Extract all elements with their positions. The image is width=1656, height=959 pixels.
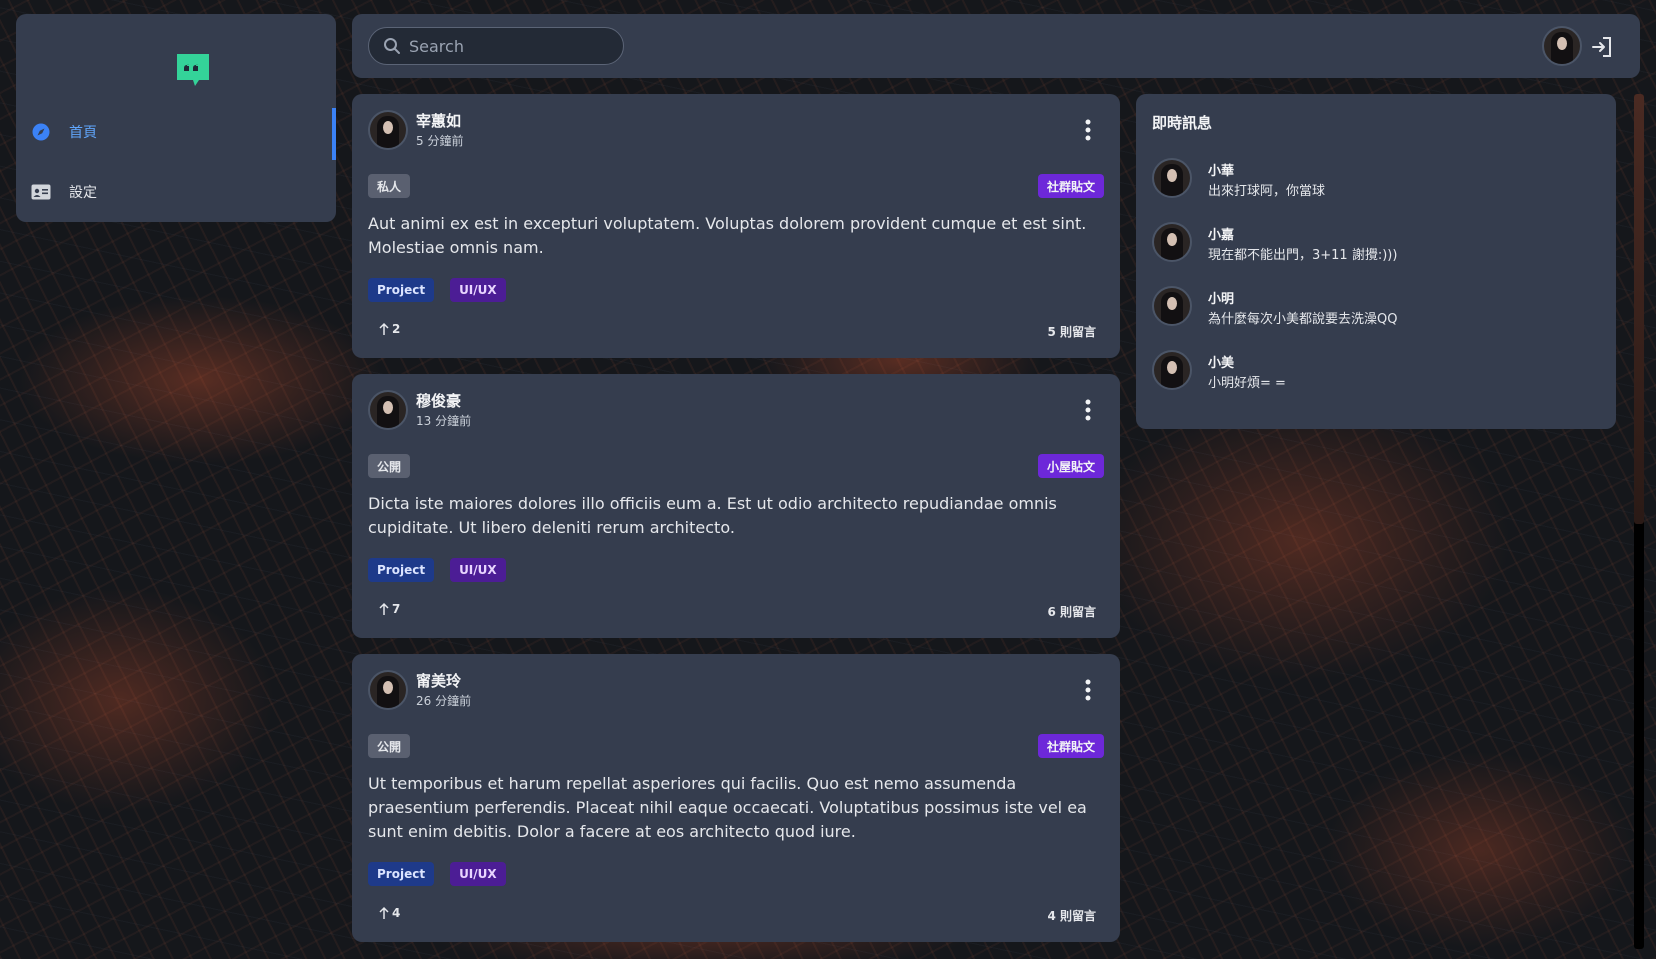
user-avatar[interactable] [1542,26,1582,66]
tag-list: Project UI/UX [368,558,522,582]
chat-message: 為什麼每次小美都說要去洗澡QQ [1208,312,1398,327]
chat-message: 小明好煩= = [1208,376,1286,391]
search-input[interactable] [409,36,599,56]
chat-avatar [1152,350,1192,390]
tag-uiux[interactable]: UI/UX [450,558,506,582]
post-card: 甯美玲 26 分鐘前 公開 社群貼文 Ut temporibus et haru… [352,654,1120,942]
post-body: Aut animi ex est in excepturi voluptatem… [368,214,1087,257]
chat-title: 即時訊息 [1152,114,1213,132]
tag-uiux[interactable]: UI/UX [450,278,506,302]
tag-project[interactable]: Project [368,862,435,886]
quote-chat-icon[interactable] [175,52,211,88]
author-avatar[interactable] [368,110,408,150]
author-name[interactable]: 甯美玲 [416,670,461,691]
upvote-button[interactable]: 7 [378,602,400,616]
chat-item[interactable]: 小美 小明好煩= = [1152,348,1592,396]
post-type-badge: 小屋貼文 [1037,454,1104,478]
post-time: 13 分鐘前 [416,414,472,428]
post-type-badge: 社群貼文 [1037,734,1104,758]
chat-message: 出來打球阿，你當球 [1208,184,1326,199]
chat-avatar [1152,286,1192,326]
sidebar-item-label: 設定 [69,185,97,201]
author-name[interactable]: 穆俊豪 [416,390,461,411]
search-box [368,27,624,65]
id-card-icon [31,182,51,202]
post-time: 26 分鐘前 [416,694,472,708]
post-body: Ut temporibus et harum repellat asperior… [368,774,1087,841]
arrow-up-icon [379,602,389,615]
scrollbar-thumb[interactable] [1634,94,1644,524]
upvote-button[interactable]: 2 [378,322,400,336]
visibility-badge: 公開 [368,734,411,758]
chat-item[interactable]: 小華 出來打球阿，你當球 [1152,156,1592,204]
sidebar: 首頁 設定 [16,14,336,222]
compass-icon [31,122,51,142]
tag-list: Project UI/UX [368,862,522,886]
upvote-button[interactable]: 4 [378,906,400,920]
upvote-count: 7 [392,602,401,616]
logout-icon[interactable] [1590,35,1614,59]
author-name[interactable]: 宰蕙如 [416,110,461,131]
top-bar [352,14,1640,78]
sidebar-item-home[interactable]: 首頁 [16,108,336,160]
post-card: 穆俊豪 13 分鐘前 公開 小屋貼文 Dicta iste maiores do… [352,374,1120,638]
tag-uiux[interactable]: UI/UX [450,862,506,886]
more-vertical-icon[interactable] [1080,398,1096,422]
chat-name: 小嘉 [1208,228,1235,243]
upvote-count: 4 [392,906,401,920]
tag-list: Project UI/UX [368,278,522,302]
chat-avatar [1152,158,1192,198]
page-scrollbar[interactable] [1634,94,1644,949]
arrow-up-icon [379,322,389,335]
author-avatar[interactable] [368,670,408,710]
chat-item[interactable]: 小明 為什麼每次小美都說要去洗澡QQ [1152,284,1592,332]
more-vertical-icon[interactable] [1080,678,1096,702]
post-card: 宰蕙如 5 分鐘前 私人 社群貼文 Aut animi ex est in ex… [352,94,1120,358]
sidebar-item-settings[interactable]: 設定 [16,168,336,216]
more-vertical-icon[interactable] [1080,118,1096,142]
chat-message: 現在都不能出門，3+11 謝攪:))) [1208,248,1398,263]
sidebar-item-label: 首頁 [69,125,97,141]
chat-name: 小美 [1208,356,1235,371]
visibility-badge: 私人 [368,174,411,198]
arrow-up-icon [379,906,389,919]
tag-project[interactable]: Project [368,558,435,582]
chat-panel: 即時訊息 小華 出來打球阿，你當球 小嘉 現在都不能出門，3+11 謝攪:)))… [1136,94,1616,429]
post-time: 5 分鐘前 [416,134,464,148]
comment-count[interactable]: 6 則留言 [1047,603,1096,620]
tag-project[interactable]: Project [368,278,435,302]
post-type-badge: 社群貼文 [1037,174,1104,198]
search-icon [384,38,400,54]
chat-name: 小明 [1208,292,1235,307]
upvote-count: 2 [392,322,401,336]
chat-name: 小華 [1208,164,1235,179]
comment-count[interactable]: 5 則留言 [1047,323,1096,340]
visibility-badge: 公開 [368,454,411,478]
post-body: Dicta iste maiores dolores illo officiis… [368,494,1057,537]
chat-item[interactable]: 小嘉 現在都不能出門，3+11 謝攪:))) [1152,220,1592,268]
author-avatar[interactable] [368,390,408,430]
comment-count[interactable]: 4 則留言 [1047,907,1096,924]
chat-avatar [1152,222,1192,262]
